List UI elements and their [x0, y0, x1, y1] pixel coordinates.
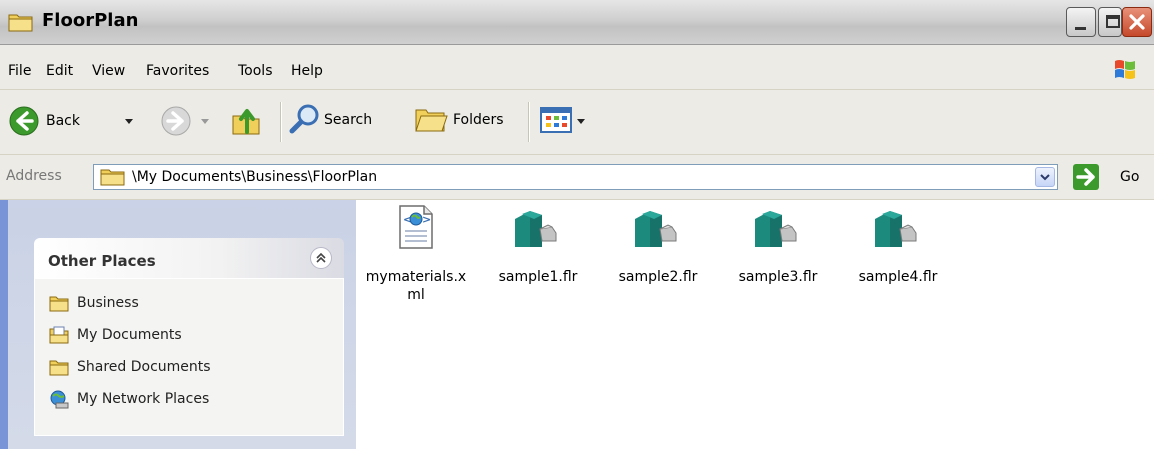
- my-documents-icon: [49, 326, 69, 344]
- menu-bar: File Edit View Favorites Tools Help: [0, 45, 1154, 90]
- menu-help[interactable]: Help: [291, 63, 323, 79]
- folder-icon: [49, 296, 69, 312]
- views-button[interactable]: [538, 104, 598, 138]
- toolbar: Back Search Folders: [0, 90, 1154, 155]
- dropdown-arrow-icon: [125, 119, 133, 124]
- address-label: Address: [6, 168, 62, 184]
- place-label: My Network Places: [77, 391, 210, 407]
- maximize-button[interactable]: [1098, 7, 1122, 37]
- back-label: Back: [46, 113, 80, 129]
- place-label: Shared Documents: [77, 359, 211, 375]
- go-arrow-icon: [1073, 164, 1099, 190]
- search-label: Search: [324, 112, 373, 128]
- search-icon: [289, 104, 319, 134]
- folders-label: Folders: [453, 112, 504, 128]
- flr-file-icon: [755, 211, 797, 247]
- file-name-line: sample1.flr: [498, 269, 578, 285]
- task-pane: Other Places Business My Documents Share…: [0, 200, 356, 449]
- folder-icon: [8, 14, 33, 32]
- chevron-up-icon: [316, 252, 326, 263]
- other-places-title: Other Places: [48, 252, 156, 270]
- menu-view[interactable]: View: [92, 63, 125, 79]
- explorer-window: FloorPlan File Edit View Favorites Tools…: [0, 0, 1154, 449]
- dropdown-arrow-icon: [577, 119, 585, 124]
- file-view: < > mymaterials.x ml sample1.flr sample2…: [356, 200, 1154, 449]
- file-name-line: sample3.flr: [738, 269, 818, 285]
- close-button[interactable]: [1122, 7, 1152, 37]
- task-pane-background: Other Places Business My Documents Share…: [8, 200, 356, 449]
- menu-edit[interactable]: Edit: [46, 63, 73, 79]
- menu-tools[interactable]: Tools: [238, 63, 273, 79]
- folders-icon: [415, 109, 448, 132]
- back-arrow-icon: [9, 106, 39, 136]
- go-label: Go: [1120, 169, 1140, 185]
- views-icon: [540, 107, 572, 133]
- flr-file-icon: [875, 211, 917, 247]
- back-button[interactable]: Back: [6, 102, 146, 140]
- address-input[interactable]: \My Documents\Business\FloorPlan: [93, 164, 1058, 190]
- file-name: sample2.flr: [598, 268, 718, 286]
- file-name-line: mymaterials.x: [365, 269, 467, 285]
- xml-file-icon: < >: [399, 205, 433, 249]
- place-label: Business: [77, 295, 139, 311]
- close-icon: [1129, 14, 1145, 30]
- address-bar: Address \My Documents\Business\FloorPlan…: [0, 155, 1154, 200]
- address-dropdown-button[interactable]: [1035, 167, 1055, 187]
- menu-favorites[interactable]: Favorites: [146, 63, 209, 79]
- windows-logo-icon: [1115, 60, 1135, 79]
- folders-button[interactable]: Folders: [413, 100, 523, 140]
- dropdown-arrow-icon: [201, 119, 209, 124]
- file-name: mymaterials.x ml: [356, 268, 476, 304]
- file-name-line: sample2.flr: [618, 269, 698, 285]
- window-title: FloorPlan: [42, 10, 139, 31]
- file-name: sample3.flr: [718, 268, 838, 286]
- place-label: My Documents: [77, 327, 182, 343]
- other-places-panel: Other Places Business My Documents Share…: [34, 238, 344, 436]
- flr-file-icon: [635, 211, 677, 247]
- chevron-down-icon: [1040, 174, 1050, 181]
- forward-button[interactable]: [150, 102, 220, 140]
- menu-file[interactable]: File: [8, 63, 31, 79]
- svg-text:>: >: [422, 213, 431, 226]
- file-name-line: sample4.flr: [858, 269, 938, 285]
- network-places-icon: [50, 390, 69, 409]
- toolbar-separator: [280, 102, 282, 142]
- minimize-button[interactable]: [1066, 7, 1096, 37]
- search-button[interactable]: Search: [288, 100, 398, 140]
- collapse-button[interactable]: [310, 247, 332, 269]
- folder-icon: [49, 360, 69, 376]
- file-name: sample4.flr: [838, 268, 958, 286]
- file-name: sample1.flr: [478, 268, 598, 286]
- file-name-line: ml: [407, 287, 425, 303]
- flr-file-icon: [515, 211, 557, 247]
- address-path: \My Documents\Business\FloorPlan: [132, 169, 378, 185]
- folder-icon: [100, 169, 125, 186]
- other-places-header[interactable]: Other Places: [34, 238, 344, 278]
- up-folder-icon[interactable]: [230, 104, 264, 138]
- other-places-list: Business My Documents Shared Documents M…: [34, 278, 344, 436]
- forward-arrow-icon: [161, 106, 191, 136]
- title-bar[interactable]: FloorPlan: [0, 0, 1154, 45]
- toolbar-separator: [528, 102, 530, 142]
